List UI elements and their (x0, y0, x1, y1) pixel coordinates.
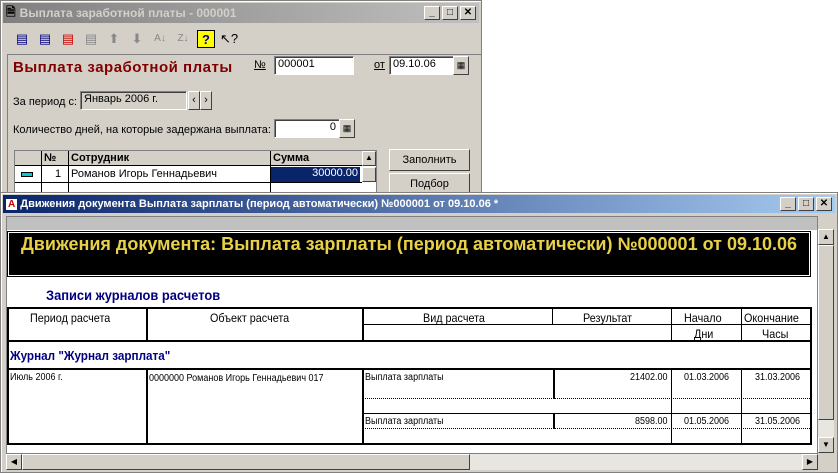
row-marker-icon (21, 172, 33, 177)
scroll-thumb[interactable] (818, 245, 834, 420)
title-bar: 🗎 Выплата заработной платы - 000001 _ □ ✕ (3, 3, 479, 23)
line-kind: Выплата зарплаты (365, 416, 444, 427)
column-header-sum[interactable]: Сумма (273, 152, 309, 164)
move-up-icon[interactable]: ⬆ (105, 30, 123, 48)
delay-days-label: Количество дней, на которые задержана вы… (13, 124, 271, 136)
delay-days-field[interactable]: 0 (274, 119, 340, 138)
line-start: 01.05.2006 (684, 416, 730, 427)
document-icon: 🗎 (6, 4, 16, 19)
period-prev-button[interactable]: ‹ (188, 91, 200, 110)
calculator-button[interactable]: ▦ (339, 119, 355, 138)
scroll-right-button[interactable]: ▶ (802, 454, 818, 470)
scroll-left-button[interactable]: ◀ (6, 454, 22, 470)
copy-row-icon[interactable]: ▤ (82, 30, 100, 48)
close-button[interactable]: ✕ (816, 197, 832, 211)
line-kind: Выплата зарплаты (365, 372, 444, 383)
minimize-button[interactable]: _ (780, 197, 796, 211)
date-label: от (374, 59, 385, 71)
header-start: Начало (684, 311, 722, 325)
header-days: Дни (694, 327, 714, 341)
section-title: Записи журналов расчетов (46, 287, 221, 303)
report-title-box: Движения документа: Выплата зарплаты (пе… (7, 231, 811, 277)
period-field[interactable]: Январь 2006 г. (80, 91, 187, 110)
record-object: 0000000 Романов Игорь Геннадьевич 017 (149, 373, 324, 384)
number-label: № (254, 59, 266, 71)
header-end: Окончание (744, 311, 799, 325)
fill-button[interactable]: Заполнить (389, 149, 470, 171)
horizontal-scrollbar[interactable]: ◀ ▶ (6, 454, 818, 470)
employees-grid: № Сотрудник Сумма 1 Романов Игорь Геннад… (14, 150, 377, 197)
record-period: Июль 2006 г. (10, 372, 63, 383)
column-header-number[interactable]: № (44, 152, 56, 164)
calendar-button[interactable]: ▦ (453, 56, 469, 75)
add-row-icon[interactable]: ▤ (36, 30, 54, 48)
header-hours: Часы (762, 327, 789, 341)
row-sum: 30000.00 (271, 167, 360, 182)
column-header-employee[interactable]: Сотрудник (71, 152, 129, 164)
line-result: 8598.00 (634, 416, 668, 427)
payroll-document-window: 🗎 Выплата заработной платы - 000001 _ □ ✕ … (0, 0, 482, 201)
delete-row-icon[interactable]: ▤ (59, 30, 77, 48)
vertical-scrollbar[interactable]: ▲ ▼ (818, 229, 834, 453)
row-number: 1 (55, 168, 62, 180)
scroll-up-button[interactable]: ▲ (818, 229, 834, 245)
header-result: Результат (583, 311, 633, 325)
window-title: Выплата заработной платы - 000001 (19, 6, 237, 20)
journal-title: Журнал "Журнал зарплата" (10, 348, 171, 363)
form-heading: Выплата заработной платы (13, 59, 233, 76)
window-title: Движения документа Выплата зарплаты (пер… (20, 198, 499, 210)
number-field[interactable]: 000001 (274, 56, 354, 75)
header-object: Объект расчета (210, 311, 290, 325)
line-start: 01.03.2006 (684, 372, 730, 383)
horizontal-scroll-thumb[interactable] (22, 454, 470, 470)
grid-scroll-thumb[interactable] (362, 167, 376, 182)
grid-scroll-up[interactable]: ▲ (362, 151, 376, 166)
toolbar: ▤ ▤ ▤ ▤ ⬆ ⬇ A↓ Z↓ ? ↖? (13, 30, 238, 48)
report-title: Движения документа: Выплата зарплаты (пе… (20, 234, 798, 254)
line-end: 31.05.2006 (755, 416, 801, 427)
header-kind: Вид расчета (423, 311, 485, 325)
new-row-icon[interactable]: ▤ (13, 30, 31, 48)
help-icon[interactable]: ? (197, 30, 215, 48)
report-icon: A (6, 198, 18, 210)
move-down-icon[interactable]: ⬇ (128, 30, 146, 48)
maximize-button[interactable]: □ (442, 6, 458, 20)
line-result: 21402.00 (629, 372, 668, 383)
line-end: 31.03.2006 (755, 372, 801, 383)
minimize-button[interactable]: _ (424, 6, 440, 20)
table-row[interactable]: 1 Романов Игорь Геннадьевич 30000.00 (15, 167, 362, 183)
maximize-button[interactable]: □ (798, 197, 814, 211)
period-next-button[interactable]: › (200, 91, 212, 110)
close-button[interactable]: ✕ (460, 6, 476, 20)
date-field[interactable]: 09.10.06 (389, 56, 455, 75)
scroll-down-button[interactable]: ▼ (818, 437, 834, 453)
sort-asc-icon[interactable]: A↓ (151, 30, 169, 48)
context-help-icon[interactable]: ↖? (220, 30, 238, 48)
period-label: За период с: (13, 96, 78, 108)
title-bar: A Движения документа Выплата зарплаты (п… (3, 195, 835, 213)
sort-desc-icon[interactable]: Z↓ (174, 30, 192, 48)
header-period: Период расчета (30, 311, 111, 325)
row-employee: Романов Игорь Геннадьевич (71, 168, 218, 180)
